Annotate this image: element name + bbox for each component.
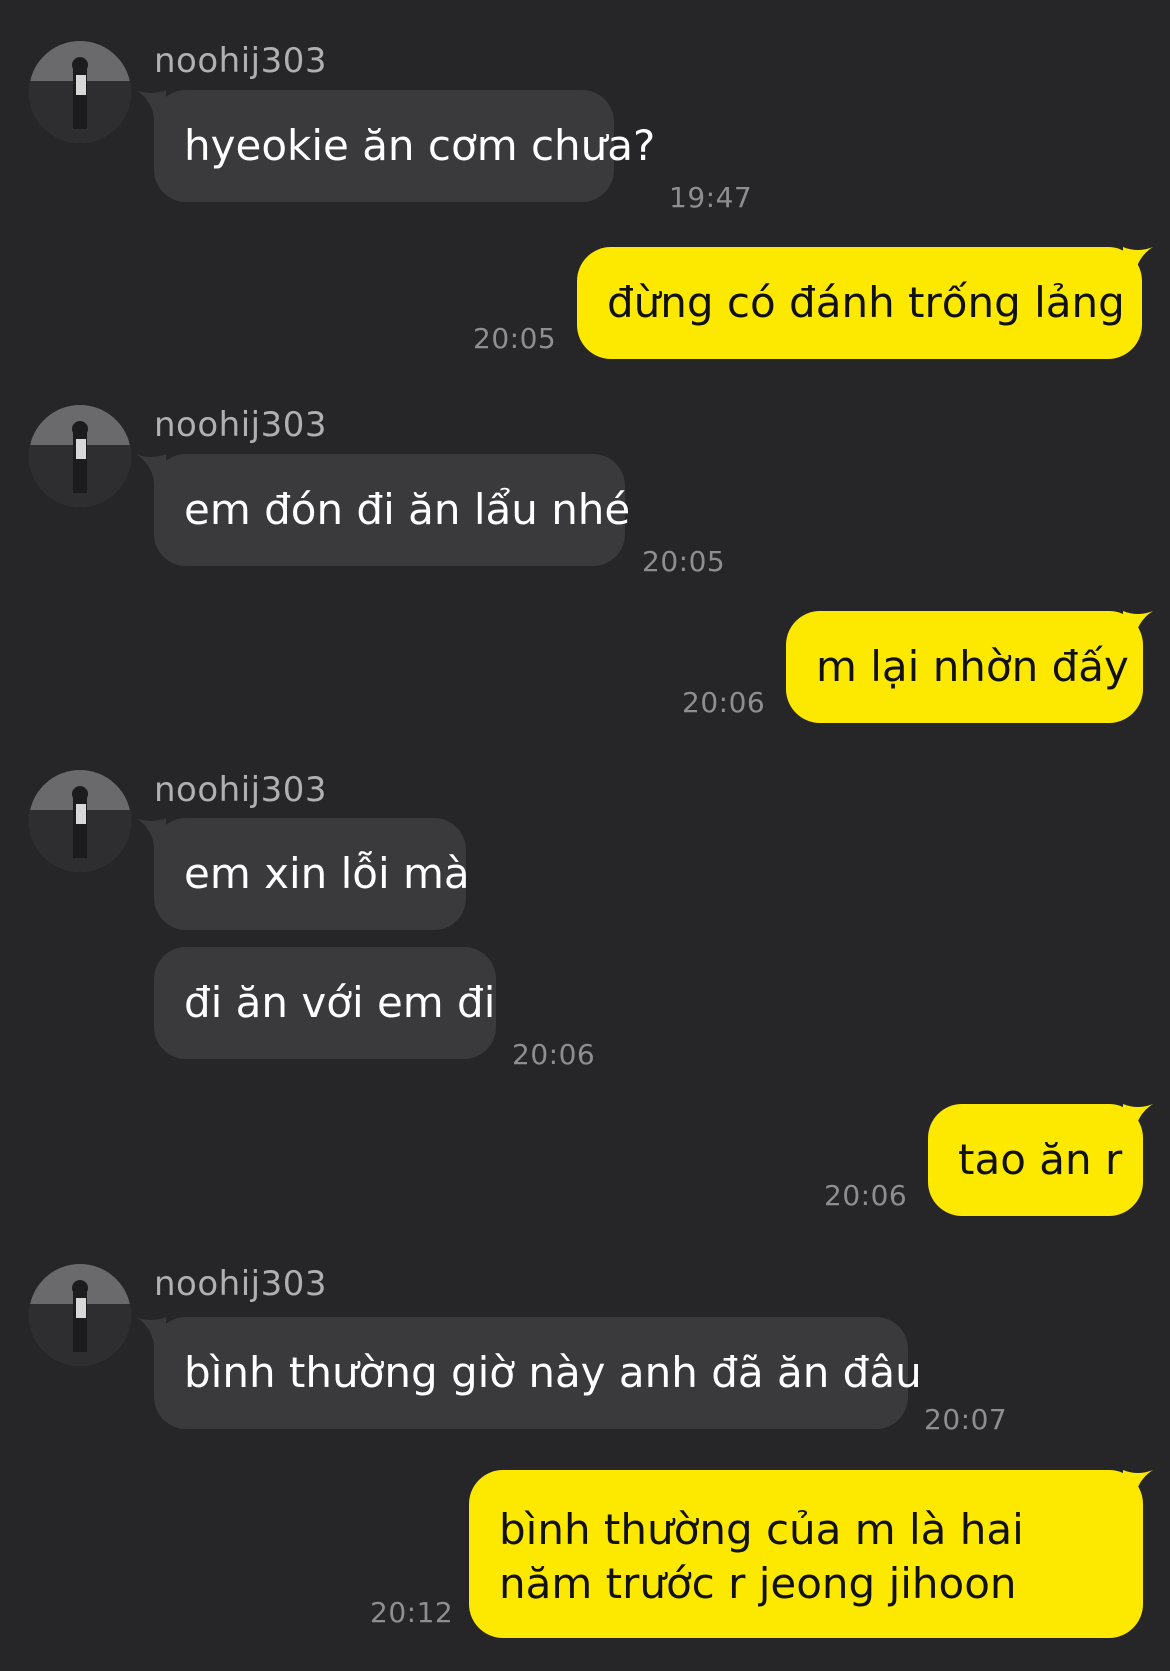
message-timestamp: 20:12	[370, 1596, 454, 1629]
bubble-tail-icon	[1123, 247, 1153, 277]
message-text: bình thường giờ này anh đã ăn đâu	[184, 1348, 922, 1397]
bubble-tail-icon	[1123, 611, 1153, 641]
message-text: em xin lỗi mà	[184, 849, 470, 898]
contact-avatar[interactable]	[29, 405, 131, 507]
message-text: tao ăn r	[958, 1135, 1123, 1184]
profile-photo-icon	[29, 41, 131, 143]
profile-photo-icon	[29, 1264, 131, 1366]
bubble-tail-icon	[1123, 1470, 1153, 1500]
message-text: m lại nhờn đấy	[816, 642, 1129, 691]
message-timestamp: 19:47	[669, 181, 753, 214]
outgoing-message-bubble[interactable]: m lại nhờn đấy	[786, 611, 1143, 723]
contact-avatar[interactable]	[29, 1264, 131, 1366]
profile-photo-icon	[29, 770, 131, 872]
message-text: bình thường của m là hai năm trước r jeo…	[499, 1505, 1024, 1608]
outgoing-message-bubble[interactable]: bình thường của m là hai năm trước r jeo…	[469, 1470, 1143, 1638]
incoming-message-bubble[interactable]: em đón đi ăn lẩu nhé	[154, 454, 630, 566]
outgoing-message-bubble[interactable]: tao ăn r	[928, 1104, 1143, 1216]
sender-name: noohij303	[154, 1264, 327, 1304]
chat-view[interactable]: noohij303 hyeokie ăn cơm chưa? 19:47 20:…	[0, 0, 1170, 1671]
message-timestamp: 20:06	[824, 1179, 908, 1212]
message-text: hyeokie ăn cơm chưa?	[184, 121, 656, 170]
sender-name: noohij303	[154, 41, 327, 81]
contact-avatar[interactable]	[29, 41, 131, 143]
message-timestamp: 20:05	[642, 545, 726, 578]
outgoing-message-bubble[interactable]: đừng có đánh trống lảng	[577, 247, 1142, 359]
sender-name: noohij303	[154, 770, 327, 810]
message-text: đừng có đánh trống lảng	[607, 278, 1125, 327]
incoming-message-bubble[interactable]: hyeokie ăn cơm chưa?	[154, 90, 655, 202]
incoming-message-bubble[interactable]: em xin lỗi mà	[154, 818, 470, 930]
message-timestamp: 20:05	[473, 322, 557, 355]
message-text: đi ăn với em đi	[184, 978, 496, 1027]
message-timestamp: 20:06	[682, 686, 766, 719]
message-timestamp: 20:06	[512, 1038, 596, 1071]
incoming-message-bubble[interactable]: đi ăn với em đi	[154, 947, 496, 1059]
message-timestamp: 20:07	[924, 1403, 1008, 1436]
incoming-message-bubble[interactable]: bình thường giờ này anh đã ăn đâu	[154, 1317, 922, 1429]
profile-photo-icon	[29, 405, 131, 507]
sender-name: noohij303	[154, 405, 327, 445]
message-text: em đón đi ăn lẩu nhé	[184, 485, 631, 534]
contact-avatar[interactable]	[29, 770, 131, 872]
bubble-tail-icon	[1123, 1104, 1153, 1134]
